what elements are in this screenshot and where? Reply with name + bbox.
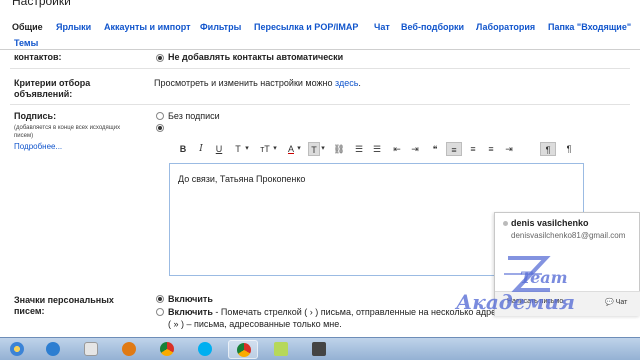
align-center-icon[interactable]: ≡ [466,142,480,156]
font-size-icon[interactable]: тT [258,142,272,156]
size-dropdown-icon[interactable]: ▾ [272,142,278,156]
contact-name: denis vasilchenko [511,218,589,228]
window-title-text: Настройки [12,0,71,8]
contact-email: denisvasilchenko81@gmail.com [511,231,626,240]
signature-hint-line1: (добавляется в конце всех исходящих [14,125,121,131]
quote-icon[interactable]: ❝ [428,142,442,156]
contact-card-actions: Написать письмо 💬 Чат [495,291,640,316]
highlight-dropdown-icon[interactable]: ▾ [320,142,326,156]
settings-tabbar: Общие Ярлыки Аккаунты и импорт Фильтры П… [0,16,640,50]
no-signature-option: Без подписи [168,111,220,121]
formatting-toolbar: B I U T ▾ тT ▾ A ▾ T ▾ ⛓ ☰ ☰ ⇤ ⇥ ❝ ≡ ≡ ≡… [172,140,584,158]
font-icon[interactable]: T [232,142,244,156]
tab-labels[interactable]: Ярлыки [56,22,91,32]
bold-icon[interactable]: B [178,142,188,156]
ads-text: Просмотреть и изменить настройки можно з… [154,78,361,88]
align-left-icon[interactable]: ≡ [446,142,462,156]
tab-chat[interactable]: Чат [374,22,390,32]
personal-enable-option: Включить [168,294,213,304]
start-button[interactable] [2,340,32,359]
divider [10,68,630,69]
tab-labs[interactable]: Лаборатория [476,22,535,32]
contacts-label: контактов: [14,52,62,62]
personal-enable-radio[interactable] [156,295,164,303]
tab-general[interactable]: Общие [12,22,43,32]
window-title: Настройки [0,0,640,12]
font-dropdown-icon[interactable]: ▾ [244,142,250,156]
ads-settings-link[interactable]: здесь [335,78,358,88]
divider [10,104,630,105]
contact-card: denis vasilchenko denisvasilchenko81@gma… [494,212,640,316]
tab-forwarding[interactable]: Пересылка и POP/IMAP [254,22,358,32]
windows-taskbar [0,337,640,360]
personal-detail-option: Включить - Помечать стрелкой ( › ) письм… [168,307,497,317]
chat-button[interactable]: 💬 Чат [605,298,627,306]
personal-detail-radio[interactable] [156,308,164,316]
rtl-icon[interactable]: ¶ [540,142,556,156]
tab-inbox[interactable]: Папка "Входящие" [548,22,631,32]
text-color-icon[interactable]: A [286,142,296,156]
indent-more-icon[interactable]: ⇥ [502,142,516,156]
color-dropdown-icon[interactable]: ▾ [296,142,302,156]
bulleted-list-icon[interactable]: ☰ [370,142,384,156]
italic-icon[interactable]: I [196,142,206,156]
status-dot-icon [503,221,508,226]
highlight-icon[interactable]: T [308,142,320,156]
camtasia-icon[interactable] [304,340,334,359]
no-auto-contacts-radio[interactable] [156,54,164,62]
link-icon[interactable]: ⛓ [332,142,346,156]
signature-text: До связи, Татьяна Прокопенко [178,174,306,184]
align-right-icon[interactable]: ≡ [484,142,498,156]
custom-signature-radio[interactable] [156,124,164,132]
underline-icon[interactable]: U [214,142,224,156]
tab-accounts[interactable]: Аккаунты и импорт [104,22,191,32]
indent-icon[interactable]: ⇥ [408,142,422,156]
skype-icon[interactable] [190,340,220,359]
no-signature-radio[interactable] [156,112,164,120]
signature-more-link[interactable]: Подробнее... [14,143,62,151]
outdent-icon[interactable]: ⇤ [390,142,404,156]
chrome-active-icon[interactable] [228,340,258,359]
chat-icon: 💬 [605,299,614,306]
personal-detail-line2: ( » ) – письма, адресованные только мне. [168,319,342,329]
paint-icon[interactable] [76,340,106,359]
ltr-icon[interactable]: ¶ [562,142,576,156]
notes-icon[interactable] [266,340,296,359]
numbered-list-icon[interactable]: ☰ [352,142,366,156]
tab-web-clips[interactable]: Веб-подборки [401,22,464,32]
ads-label-line1: Критерии отбора [14,78,91,88]
ads-label-line2: объявлений: [14,89,73,99]
media-player-icon[interactable] [114,340,144,359]
signature-label: Подпись: [14,111,57,121]
tab-themes[interactable]: Темы [14,38,38,48]
tab-filters[interactable]: Фильтры [200,22,241,32]
personal-label-line2: писем: [14,306,45,316]
send-email-button[interactable]: Написать письмо [507,298,563,305]
signature-hint-line2: писем) [14,133,34,139]
ie-icon[interactable] [38,340,68,359]
chrome-icon[interactable] [152,340,182,359]
personal-label-line1: Значки персональных [14,295,114,305]
no-auto-contacts-option: Не добавлять контакты автоматически [168,52,344,62]
